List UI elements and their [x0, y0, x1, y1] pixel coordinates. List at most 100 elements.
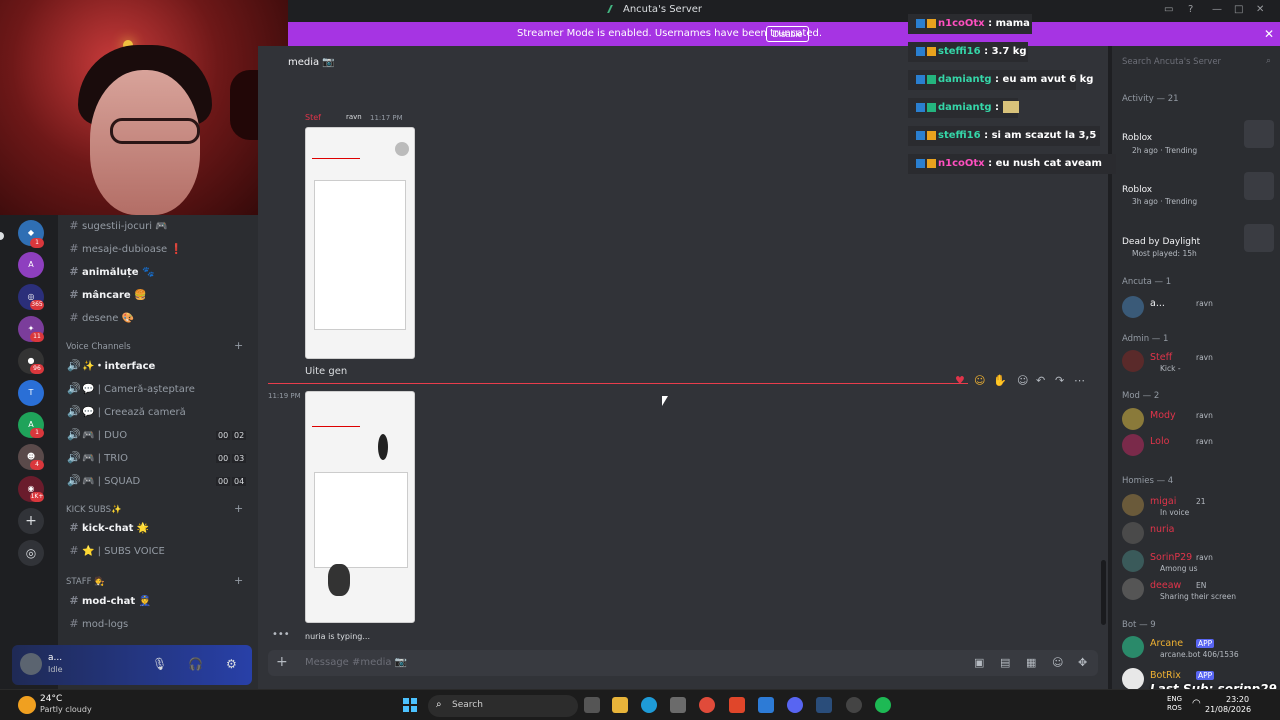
clock-date[interactable]: 21/08/2026	[1205, 705, 1251, 714]
member-name[interactable]: migai	[1150, 496, 1176, 507]
member-name[interactable]: Steff	[1150, 352, 1172, 363]
chat-scrollbar[interactable]	[1101, 560, 1106, 625]
weather-icon[interactable]	[18, 696, 36, 714]
image-attachment[interactable]	[305, 391, 415, 623]
hash-icon: #	[69, 288, 79, 301]
overlay-separator: :	[980, 46, 992, 57]
more-icon[interactable]: ⋯	[1074, 374, 1085, 387]
avatar[interactable]	[1122, 350, 1144, 372]
channel-item[interactable]: 🔊🎮 | DUO 00 02	[66, 425, 252, 445]
sticker-icon[interactable]: ▦	[1026, 656, 1036, 669]
input-language[interactable]: ENG	[1167, 695, 1182, 703]
channel-label: ⭐ | SUBS VOICE	[82, 546, 165, 557]
discord-icon[interactable]	[787, 697, 803, 713]
add-server-icon[interactable]: +	[18, 508, 44, 534]
avatar[interactable]	[1122, 408, 1144, 430]
channel-item[interactable]: # mesaje-dubioase ❗	[66, 239, 252, 259]
member-name[interactable]: nuria	[1150, 524, 1174, 535]
clock-time[interactable]: 23:20	[1226, 695, 1249, 704]
wifi-icon[interactable]: ◠	[1192, 698, 1201, 709]
overlay-message-text: eu am avut 6 kg	[1002, 74, 1094, 85]
add-reaction-icon[interactable]: ☺	[1017, 374, 1028, 387]
avatar[interactable]	[1122, 636, 1144, 658]
member-name[interactable]: Arcane	[1150, 638, 1183, 649]
emoji-reaction-icon[interactable]: ☺	[974, 374, 985, 387]
member-name[interactable]: a...	[1150, 298, 1165, 309]
gift-icon[interactable]: ▣	[974, 656, 984, 669]
channel-item[interactable]: 🔊✨・interface	[66, 356, 252, 376]
gif-icon[interactable]: ▤	[1000, 656, 1010, 669]
server-icon[interactable]: A	[18, 252, 44, 278]
channel-category[interactable]: Voice Channels	[66, 342, 131, 354]
channel-item[interactable]: 🔊💬 | Cameră-așteptare	[66, 379, 252, 399]
server-badge: 1	[30, 428, 44, 438]
member-name[interactable]: BotRix	[1150, 670, 1181, 681]
taskbar-search[interactable]: ⌕ Search	[428, 695, 578, 717]
channel-category[interactable]: KICK SUBS✨	[66, 505, 122, 517]
channel-item[interactable]: 🔊🎮 | SQUAD 00 04	[66, 471, 252, 491]
add-channel-icon[interactable]: +	[234, 339, 243, 352]
task-view-icon[interactable]	[584, 697, 600, 713]
channel-label: desene 🎨	[82, 313, 134, 324]
disable-streamer-mode-button[interactable]: Disable	[766, 26, 809, 42]
heart-reaction-icon[interactable]: ♥	[955, 374, 965, 387]
channel-item[interactable]: # desene 🎨	[66, 308, 252, 328]
member-name[interactable]: Mody	[1150, 410, 1176, 421]
activity-title: Roblox	[1122, 185, 1153, 195]
channel-item[interactable]: 🔊💬 | Creează cameră	[66, 402, 252, 422]
channel-category[interactable]: STAFF 🧑‍⚖️	[66, 577, 105, 589]
forward-icon[interactable]: ↷	[1055, 374, 1064, 387]
add-channel-icon[interactable]: +	[234, 574, 243, 587]
reply-icon[interactable]: ↶	[1036, 374, 1045, 387]
discover-icon[interactable]: ◎	[18, 540, 44, 566]
emoji-icon[interactable]: ☺	[1052, 656, 1063, 669]
role-section-header: Bot — 9	[1122, 620, 1156, 630]
channel-item[interactable]: # mâncare 🍔	[66, 285, 252, 305]
avatar[interactable]	[1122, 550, 1144, 572]
apps-icon[interactable]: ✥	[1078, 656, 1087, 669]
member-tag: ravn	[1196, 353, 1213, 362]
member-name[interactable]: SorinP29	[1150, 552, 1192, 563]
avatar[interactable]	[1122, 668, 1144, 690]
microphone-icon[interactable]: 🎙	[152, 657, 167, 671]
server-icon[interactable]: T	[18, 380, 44, 406]
store-icon[interactable]	[670, 697, 686, 713]
chrome-icon[interactable]	[699, 697, 715, 713]
dead-by-daylight-icon[interactable]	[1244, 224, 1274, 252]
input-layout[interactable]: ROS	[1167, 704, 1182, 712]
member-status: Kick -	[1160, 364, 1181, 373]
message-timestamp: 11:19 PM	[268, 392, 301, 400]
channel-item[interactable]: # animăluțe 🐾	[66, 262, 252, 282]
channel-label: 💬 | Cameră-așteptare	[82, 384, 195, 395]
emoji-reaction-icon[interactable]: ✋	[993, 374, 1007, 387]
channel-item[interactable]: 🔊🎮 | TRIO 00 03	[66, 448, 252, 468]
message-input[interactable]: Message #media 📷	[305, 657, 407, 668]
image-attachment[interactable]	[305, 127, 415, 359]
avatar[interactable]	[1122, 296, 1144, 318]
add-channel-icon[interactable]: +	[234, 502, 243, 515]
add-attachment-icon[interactable]: +	[276, 654, 288, 670]
avatar[interactable]	[1122, 522, 1144, 544]
spotify-icon[interactable]	[875, 697, 891, 713]
steam-icon[interactable]	[816, 697, 832, 713]
headphones-icon[interactable]: 🎧	[188, 657, 203, 671]
speaker-icon: 🔊	[67, 405, 81, 418]
edge-icon[interactable]	[641, 697, 657, 713]
file-explorer-icon[interactable]	[612, 697, 628, 713]
gear-icon[interactable]: ⚙	[226, 657, 237, 671]
avatar[interactable]	[1122, 434, 1144, 456]
windows-start-icon[interactable]	[403, 698, 417, 712]
obs-icon[interactable]	[846, 697, 862, 713]
vscode-icon[interactable]	[758, 697, 774, 713]
channel-item[interactable]: # mod-logs	[66, 614, 252, 634]
channel-item[interactable]: # kick-chat 🌟	[66, 518, 252, 538]
member-name[interactable]: deeaw	[1150, 580, 1181, 591]
avatar[interactable]	[20, 653, 42, 675]
brave-icon[interactable]	[729, 697, 745, 713]
avatar[interactable]	[1122, 494, 1144, 516]
channel-item[interactable]: # sugestii-jocuri 🎮	[66, 216, 252, 236]
avatar[interactable]	[1122, 578, 1144, 600]
member-name[interactable]: Lolo	[1150, 436, 1169, 447]
channel-item[interactable]: # ⭐ | SUBS VOICE	[66, 541, 252, 561]
channel-item[interactable]: # mod-chat 👮	[66, 591, 252, 611]
